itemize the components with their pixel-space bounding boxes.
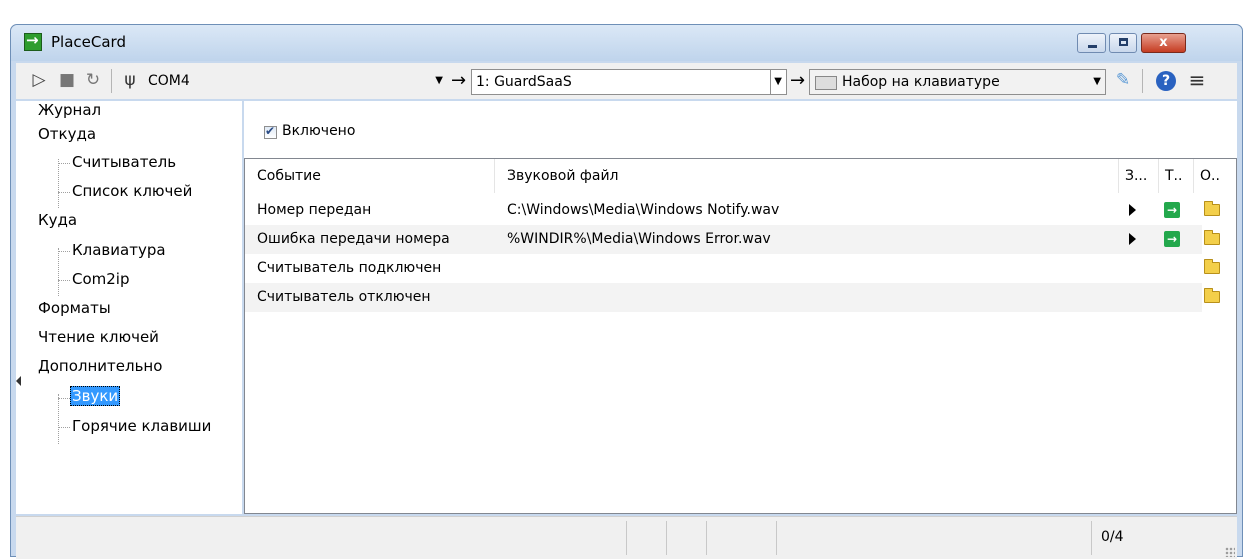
- folder-icon[interactable]: [1204, 230, 1220, 245]
- folder-icon[interactable]: [1204, 259, 1220, 274]
- chevron-down-icon: ▼: [1093, 76, 1101, 87]
- status-divider: [1091, 521, 1092, 555]
- tree-line: [58, 251, 70, 252]
- toolbar-separator: [1142, 69, 1143, 93]
- folder-icon[interactable]: [1204, 201, 1220, 216]
- test-send-icon[interactable]: →: [1164, 231, 1180, 247]
- column-header-test[interactable]: Т..: [1159, 159, 1194, 193]
- sidebar-item-reader[interactable]: Считыватель: [72, 153, 176, 171]
- sounds-panel: Включено Событие Звуковой файл З... Т.. …: [244, 101, 1237, 514]
- sidebar-item-hotkeys[interactable]: Горячие клавиши: [72, 417, 211, 435]
- folder-icon[interactable]: [1204, 288, 1220, 303]
- tree-line: [58, 280, 70, 281]
- event-cell: Считыватель подключен: [257, 260, 442, 276]
- file-cell[interactable]: C:\Windows\Media\Windows Notify.wav: [507, 196, 779, 225]
- sidebar-item-key-list[interactable]: Список ключей: [72, 182, 192, 200]
- tree-line: [58, 398, 70, 399]
- play-icon[interactable]: [1129, 233, 1136, 245]
- sidebar-nav: Журнал Откуда Считыватель Список ключей …: [16, 101, 242, 514]
- chevron-down-icon: ▼: [435, 75, 443, 86]
- port-value: COM4: [148, 73, 190, 89]
- tree-line: [58, 192, 70, 193]
- table-row[interactable]: Считыватель подключен: [245, 254, 1202, 283]
- test-send-icon[interactable]: →: [1164, 202, 1180, 218]
- tree-line: [58, 163, 70, 164]
- column-header-open[interactable]: О..: [1194, 159, 1232, 193]
- maximize-button[interactable]: [1109, 33, 1137, 53]
- sidebar-item-journal[interactable]: Журнал: [38, 101, 101, 119]
- status-bar: 0/4: [16, 516, 1237, 559]
- collapse-arrow-icon[interactable]: [16, 376, 21, 386]
- sidebar-item-source[interactable]: Откуда: [38, 125, 96, 143]
- chevron-down-icon: ▼: [770, 70, 782, 94]
- arrow-icon: →: [790, 70, 806, 91]
- table-row[interactable]: Номер передан C:\Windows\Media\Windows N…: [245, 196, 1202, 225]
- usb-icon: ψ: [124, 70, 136, 90]
- sidebar-item-com2ip[interactable]: Com2ip: [72, 270, 130, 288]
- table-row[interactable]: Считыватель отключен: [245, 283, 1202, 312]
- status-divider: [666, 521, 667, 555]
- toolbar-separator: [111, 69, 112, 93]
- close-button[interactable]: x: [1141, 33, 1186, 53]
- tree-line: [58, 427, 70, 428]
- event-cell: Ошибка передачи номера: [257, 231, 450, 247]
- settings-tool-icon[interactable]: ✎: [1112, 68, 1134, 92]
- device-select[interactable]: 1: GuardSaaS ▼: [471, 69, 787, 95]
- row-counter: 0/4: [1101, 529, 1124, 545]
- enabled-label[interactable]: Включено: [282, 123, 355, 139]
- sidebar-item-target[interactable]: Куда: [38, 211, 77, 229]
- sounds-table: Событие Звуковой файл З... Т.. О.. Номер…: [244, 158, 1237, 514]
- toolbar: ▷ ■ ↻ ψ COM4 ▼ → 1: GuardSaaS ▼ → Набор …: [16, 63, 1237, 99]
- output-select[interactable]: Набор на клавиатуре ▼: [809, 69, 1106, 95]
- tree-line: [58, 159, 59, 208]
- arrow-icon: →: [451, 70, 467, 91]
- window-title: PlaceCard: [51, 33, 126, 51]
- device-value: 1: GuardSaaS: [476, 74, 572, 90]
- column-header-sound-file[interactable]: Звуковой файл: [495, 159, 1119, 193]
- start-icon[interactable]: ▷: [28, 68, 50, 92]
- sidebar-item-formats[interactable]: Форматы: [38, 299, 111, 317]
- help-icon[interactable]: ?: [1156, 71, 1176, 91]
- resize-grip-icon[interactable]: [1225, 547, 1235, 557]
- enabled-checkbox[interactable]: [264, 124, 277, 139]
- app-icon: [24, 31, 42, 51]
- status-divider: [776, 521, 777, 555]
- column-header-play[interactable]: З...: [1119, 159, 1159, 193]
- refresh-icon[interactable]: ↻: [82, 68, 104, 92]
- play-icon[interactable]: [1129, 204, 1136, 216]
- app-window: PlaceCard x ▷ ■ ↻ ψ COM4 ▼ → 1: GuardSaa…: [10, 24, 1243, 559]
- keyboard-icon: [815, 76, 837, 90]
- file-cell[interactable]: %WINDIR%\Media\Windows Error.wav: [507, 225, 771, 254]
- sidebar-item-keyboard[interactable]: Клавиатура: [72, 241, 166, 259]
- tree-line: [58, 248, 59, 296]
- event-cell: Считыватель отключен: [257, 289, 431, 305]
- stop-icon[interactable]: ■: [56, 68, 78, 92]
- title-bar[interactable]: PlaceCard x: [11, 25, 1242, 61]
- sidebar-item-sounds[interactable]: Звуки: [70, 386, 121, 406]
- output-value: Набор на клавиатуре: [842, 74, 1000, 90]
- tree-line: [58, 394, 59, 444]
- menu-icon[interactable]: ≡: [1186, 68, 1208, 92]
- event-cell: Номер передан: [257, 202, 372, 218]
- column-header-event[interactable]: Событие: [245, 159, 495, 193]
- table-row[interactable]: Ошибка передачи номера %WINDIR%\Media\Wi…: [245, 225, 1202, 254]
- minimize-button[interactable]: [1077, 33, 1106, 53]
- sidebar-item-advanced[interactable]: Дополнительно: [38, 357, 162, 375]
- sidebar-item-key-reading[interactable]: Чтение ключей: [38, 328, 159, 346]
- status-divider: [706, 521, 707, 555]
- status-divider: [626, 521, 627, 555]
- port-select[interactable]: COM4 ▼: [144, 69, 447, 95]
